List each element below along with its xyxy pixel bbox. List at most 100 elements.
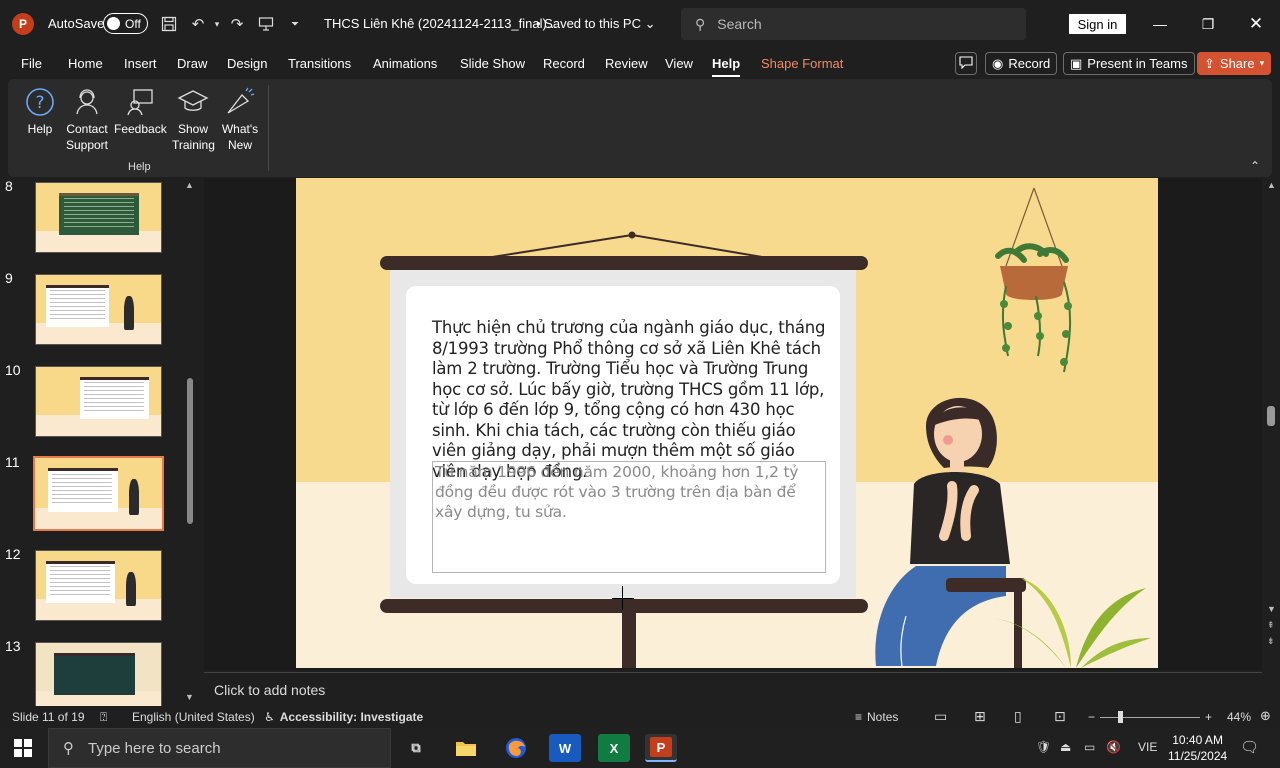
- slide-canvas[interactable]: Thực hiện chủ trương của ngành giáo dục,…: [296, 178, 1158, 668]
- title-bar: P AutoSave Off ↶ ▾ ↷ ⏷ THCS Liên Khê (20…: [0, 0, 1280, 48]
- notification-icon[interactable]: 🗨: [1240, 738, 1259, 756]
- security-icon[interactable]: 🛡: [1036, 740, 1051, 754]
- cursor-crosshair: [622, 586, 623, 610]
- volume-muted-icon[interactable]: 🔇: [1106, 740, 1121, 754]
- spelling-icon[interactable]: ⍰: [100, 710, 107, 725]
- accessibility-button[interactable]: ♿ Accessibility: Investigate: [264, 710, 423, 724]
- taskbar-search-input[interactable]: ⚲ Type here to search: [48, 728, 391, 768]
- network-icon[interactable]: ▭: [1084, 740, 1095, 754]
- scrollbar-thumb[interactable]: [187, 378, 193, 524]
- powerpoint-taskbar-icon[interactable]: P: [645, 734, 677, 762]
- minimize-icon[interactable]: —: [1148, 12, 1172, 36]
- contact-support-icon: [69, 85, 105, 119]
- present-in-teams-button[interactable]: ▣ Present in Teams: [1063, 52, 1195, 75]
- fit-to-window-icon[interactable]: ⊕: [1260, 708, 1271, 724]
- next-slide-icon[interactable]: ⇟: [1267, 636, 1275, 647]
- tab-draw[interactable]: Draw: [177, 56, 207, 71]
- tab-insert[interactable]: Insert: [124, 56, 157, 71]
- tab-animations[interactable]: Animations: [373, 56, 437, 71]
- maximize-icon[interactable]: ❐: [1196, 12, 1220, 36]
- help-button[interactable]: ? Help: [20, 85, 60, 137]
- close-icon[interactable]: ✕: [1244, 12, 1268, 36]
- whats-new-button[interactable]: What's New: [218, 85, 262, 153]
- zoom-out-icon[interactable]: −: [1088, 710, 1095, 724]
- present-in-teams-label: Present in Teams: [1087, 56, 1188, 71]
- notes-pane[interactable]: Click to add notes: [204, 672, 1262, 704]
- slideshow-view-icon[interactable]: ⊡: [1054, 708, 1066, 725]
- system-clock[interactable]: 10:40 AM 11/25/2024: [1168, 732, 1227, 764]
- slide-textbox[interactable]: Từ năm 1996 đến năm 2000, khoảng hơn 1,2…: [432, 461, 826, 573]
- zoom-slider[interactable]: [1100, 717, 1200, 718]
- show-training-button[interactable]: Show Training: [172, 85, 215, 153]
- slide-editor: Thực hiện chủ trương của ngành giáo dục,…: [204, 178, 1262, 670]
- input-language[interactable]: VIE: [1138, 740, 1157, 754]
- present-icon[interactable]: [256, 14, 276, 34]
- tab-slide-show[interactable]: Slide Show: [460, 56, 525, 71]
- scroll-down-icon[interactable]: ▼: [1267, 604, 1276, 614]
- contact-support-label: Contact Support: [65, 122, 109, 152]
- slide-thumbnail-8[interactable]: [35, 182, 162, 253]
- thumbnails-scrollbar[interactable]: ▲ ▼: [183, 178, 197, 706]
- thumb-text-lines: [49, 290, 105, 321]
- teams-icon: ▣: [1070, 55, 1083, 71]
- tab-help[interactable]: Help: [712, 56, 741, 77]
- previous-slide-icon[interactable]: ⇞: [1267, 620, 1275, 631]
- save-icon[interactable]: [159, 14, 179, 34]
- show-training-label: Show Training: [172, 122, 215, 152]
- redo-icon[interactable]: ↷: [227, 14, 247, 34]
- tab-review[interactable]: Review: [605, 56, 648, 71]
- tab-shape-format[interactable]: Shape Format: [761, 56, 843, 71]
- share-button[interactable]: ⇪ Share ▾: [1197, 52, 1272, 75]
- zoom-in-icon[interactable]: +: [1205, 710, 1212, 724]
- firefox-icon[interactable]: [500, 734, 532, 762]
- slide-main-text[interactable]: Thực hiện chủ trương của ngành giáo dục,…: [432, 318, 832, 482]
- tab-record[interactable]: Record: [543, 56, 585, 71]
- file-explorer-icon[interactable]: [450, 734, 482, 762]
- word-icon[interactable]: W: [549, 734, 581, 762]
- slide-thumbnails-panel: 8 9 10 11 12 13: [0, 178, 202, 706]
- editor-scrollbar[interactable]: ▲ ▼ ⇞ ⇟: [1263, 178, 1280, 670]
- autosave-toggle[interactable]: Off: [103, 13, 148, 34]
- slide-thumbnail-13[interactable]: [35, 642, 162, 706]
- usb-icon[interactable]: ⏏: [1060, 740, 1071, 754]
- language-indicator[interactable]: English (United States): [132, 710, 255, 724]
- slide-thumbnail-10[interactable]: [35, 366, 162, 437]
- saved-status[interactable]: • Saved to this PC ⌄: [536, 16, 656, 32]
- tab-home[interactable]: Home: [68, 56, 103, 71]
- thumbnail-number: 12: [5, 546, 21, 562]
- comments-button[interactable]: [955, 52, 977, 75]
- collapse-ribbon-icon[interactable]: ⌃: [1250, 159, 1260, 173]
- group-separator: [268, 85, 269, 171]
- windows-start-icon[interactable]: [14, 739, 32, 757]
- slide-sorter-icon[interactable]: ⊞: [974, 708, 986, 725]
- scroll-down-icon[interactable]: ▼: [185, 692, 194, 702]
- tab-transitions[interactable]: Transitions: [288, 56, 351, 71]
- sign-in-button[interactable]: Sign in: [1069, 14, 1126, 34]
- scroll-up-icon[interactable]: ▲: [1267, 180, 1276, 190]
- search-placeholder: Search: [717, 16, 762, 32]
- zoom-slider-thumb[interactable]: [1118, 711, 1123, 723]
- tab-view[interactable]: View: [665, 56, 693, 71]
- scrollbar-thumb[interactable]: [1267, 406, 1275, 426]
- thumb-text-lines: [83, 382, 144, 413]
- thumb-text-lines: [63, 198, 134, 229]
- reading-view-icon[interactable]: ▯: [1014, 708, 1022, 725]
- search-input[interactable]: ⚲ Search: [681, 8, 1026, 40]
- zoom-level[interactable]: 44%: [1227, 710, 1251, 724]
- slide-thumbnail-12[interactable]: [35, 550, 162, 621]
- undo-dropdown-icon[interactable]: ▾: [207, 14, 227, 34]
- notes-toggle[interactable]: ≡ Notes: [855, 710, 898, 724]
- task-view-icon[interactable]: ⧉: [400, 734, 432, 762]
- excel-icon[interactable]: X: [598, 734, 630, 762]
- tab-design[interactable]: Design: [227, 56, 267, 71]
- feedback-button[interactable]: Feedback: [114, 85, 167, 137]
- slide-thumbnail-11[interactable]: [33, 456, 164, 531]
- tab-file[interactable]: File: [21, 56, 42, 71]
- scroll-up-icon[interactable]: ▲: [185, 180, 194, 190]
- customize-toolbar-icon[interactable]: ⏷: [285, 14, 305, 34]
- contact-support-button[interactable]: Contact Support: [62, 85, 112, 153]
- record-button[interactable]: ◉ Record: [985, 52, 1058, 75]
- undo-icon[interactable]: ↶: [188, 14, 208, 34]
- normal-view-icon[interactable]: ▭: [934, 708, 947, 725]
- slide-thumbnail-9[interactable]: [35, 274, 162, 345]
